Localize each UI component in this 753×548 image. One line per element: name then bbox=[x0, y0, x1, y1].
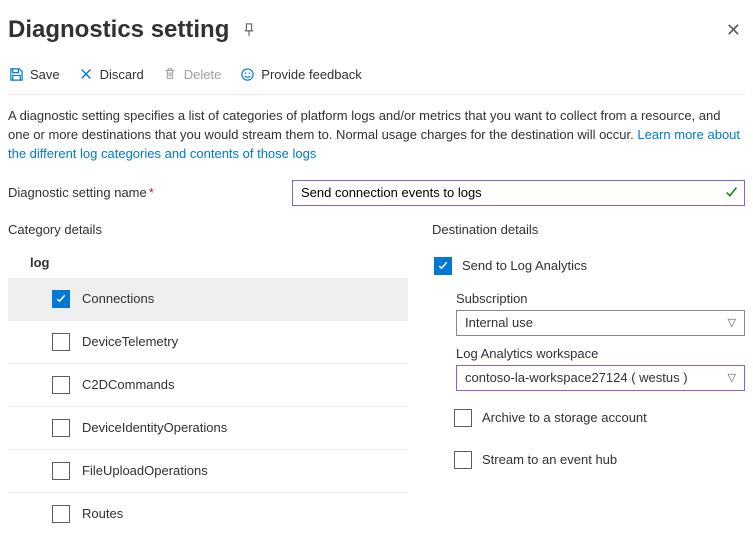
save-button[interactable]: Save bbox=[8, 64, 60, 84]
category-column: Category details log Connections DeviceTe… bbox=[8, 222, 408, 535]
discard-button[interactable]: Discard bbox=[78, 64, 144, 84]
checkbox-icon bbox=[52, 419, 70, 437]
send-log-analytics-label: Send to Log Analytics bbox=[462, 258, 587, 273]
archive-storage-label: Archive to a storage account bbox=[482, 410, 647, 425]
setting-name-label: Diagnostic setting name* bbox=[8, 185, 268, 200]
destination-section-title: Destination details bbox=[432, 222, 745, 237]
category-item-label: DeviceTelemetry bbox=[82, 334, 178, 349]
stream-eventhub-checkbox[interactable]: Stream to an event hub bbox=[432, 445, 745, 475]
save-icon bbox=[8, 66, 24, 82]
toolbar: Save Discard Delete Provide feedback bbox=[8, 56, 745, 95]
description-text: A diagnostic setting specifies a list of… bbox=[8, 95, 745, 172]
checkbox-icon bbox=[454, 451, 472, 469]
checkbox-icon bbox=[434, 257, 452, 275]
delete-label: Delete bbox=[184, 67, 222, 82]
discard-icon bbox=[78, 66, 94, 82]
destination-column: Destination details Send to Log Analytic… bbox=[408, 222, 745, 535]
save-label: Save bbox=[30, 67, 60, 82]
workspace-value: contoso-la-workspace27124 ( westus ) bbox=[465, 370, 688, 385]
feedback-button[interactable]: Provide feedback bbox=[239, 64, 361, 84]
feedback-label: Provide feedback bbox=[261, 67, 361, 82]
close-button[interactable]: ✕ bbox=[722, 17, 745, 43]
subscription-label: Subscription bbox=[456, 291, 745, 306]
chevron-down-icon: ▽ bbox=[728, 371, 736, 384]
category-item[interactable]: Routes bbox=[8, 493, 408, 535]
category-item-label: DeviceIdentityOperations bbox=[82, 420, 227, 435]
checkbox-icon bbox=[52, 290, 70, 308]
stream-eventhub-label: Stream to an event hub bbox=[482, 452, 617, 467]
checkbox-icon bbox=[454, 409, 472, 427]
category-item-label: Routes bbox=[82, 506, 123, 521]
feedback-icon bbox=[239, 66, 255, 82]
subscription-select[interactable]: Internal use ▽ bbox=[456, 310, 745, 336]
category-item[interactable]: DeviceTelemetry bbox=[8, 321, 408, 364]
chevron-down-icon: ▽ bbox=[728, 316, 736, 329]
delete-button: Delete bbox=[162, 64, 222, 84]
category-section-title: Category details bbox=[8, 222, 408, 237]
workspace-label: Log Analytics workspace bbox=[456, 346, 745, 361]
checkbox-icon bbox=[52, 505, 70, 523]
required-asterisk: * bbox=[149, 185, 154, 200]
checkbox-icon bbox=[52, 462, 70, 480]
checkbox-icon bbox=[52, 333, 70, 351]
delete-icon bbox=[162, 66, 178, 82]
archive-storage-checkbox[interactable]: Archive to a storage account bbox=[432, 403, 745, 433]
send-log-analytics-checkbox[interactable]: Send to Log Analytics bbox=[434, 251, 745, 281]
category-item[interactable]: C2DCommands bbox=[8, 364, 408, 407]
category-item-label: C2DCommands bbox=[82, 377, 174, 392]
pin-icon[interactable] bbox=[241, 22, 257, 38]
description-body: A diagnostic setting specifies a list of… bbox=[8, 108, 720, 142]
validation-check-icon bbox=[725, 186, 744, 199]
category-item-label: FileUploadOperations bbox=[82, 463, 208, 478]
workspace-select[interactable]: contoso-la-workspace27124 ( westus ) ▽ bbox=[456, 365, 745, 391]
category-item-label: Connections bbox=[82, 291, 154, 306]
log-group-label: log bbox=[8, 255, 408, 270]
checkbox-icon bbox=[52, 376, 70, 394]
category-item[interactable]: FileUploadOperations bbox=[8, 450, 408, 493]
setting-name-input-wrap[interactable] bbox=[292, 180, 745, 206]
discard-label: Discard bbox=[100, 67, 144, 82]
page-title: Diagnostics setting bbox=[8, 16, 229, 44]
setting-name-input[interactable] bbox=[293, 181, 725, 204]
category-item[interactable]: Connections bbox=[8, 278, 408, 321]
subscription-value: Internal use bbox=[465, 315, 533, 330]
category-item[interactable]: DeviceIdentityOperations bbox=[8, 407, 408, 450]
